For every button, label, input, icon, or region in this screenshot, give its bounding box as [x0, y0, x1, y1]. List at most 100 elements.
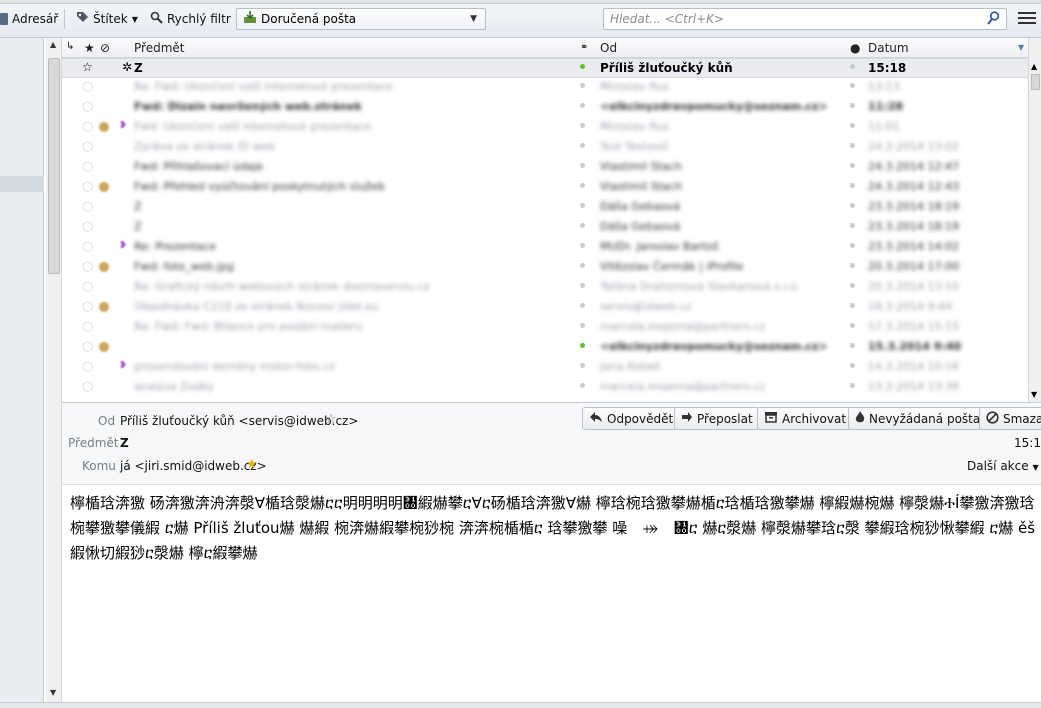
folder-select-label: Doručená pošta	[261, 12, 357, 26]
message-date: 24.3.2014 12:43	[868, 180, 960, 193]
tag-icon	[99, 182, 109, 192]
message-row[interactable]: ○ Objednávka C210 ze stránek Rozvoz jídel…	[62, 298, 1041, 318]
status-dot	[580, 143, 585, 148]
message-row[interactable]: ○ Re: Fwd: Fwd: Bilance pro podání mailer…	[62, 318, 1041, 338]
message-row[interactable]: ○ Zpráva ze stránek ID web Test Testovič 24…	[62, 138, 1041, 158]
message-row[interactable]: ○ analýza Zodky marcela.mojema@partners.cz…	[62, 378, 1041, 398]
message-date: 11:28	[868, 100, 904, 113]
star-icon[interactable]: ○	[82, 79, 93, 94]
junk-column-icon[interactable]: ●	[850, 41, 860, 55]
scrollbar-thumb[interactable]	[48, 58, 60, 274]
message-time: 15:18	[1014, 436, 1041, 450]
star-icon[interactable]: ○	[82, 159, 93, 174]
status-dot	[580, 303, 585, 308]
subject-label: Předmět	[68, 436, 119, 450]
star-icon[interactable]: ○	[82, 299, 93, 314]
flame-icon	[855, 410, 865, 427]
junk-status-dot	[850, 83, 855, 88]
scrollbar-thumb[interactable]	[1031, 74, 1040, 90]
delete-button[interactable]: Smazat	[979, 407, 1041, 430]
subject-value: Z	[120, 436, 129, 450]
to-value[interactable]: já <jiri.smid@idweb.cz>	[120, 459, 267, 473]
star-icon[interactable]: ○	[82, 199, 93, 214]
chevron-down-icon: ▼	[131, 14, 138, 24]
add-contact-star-icon[interactable]: ☆	[325, 412, 337, 427]
archive-button[interactable]: Archivovat	[757, 407, 854, 430]
message-row[interactable]: ○ ❥ Re: Prezentace MUDr. Jaroslav Bartoš 23.…	[62, 238, 1041, 258]
message-date: 15:18	[868, 61, 907, 75]
forward-button[interactable]: Přeposlat	[674, 407, 760, 430]
message-from: Příliš žluťoučký kůň	[600, 61, 733, 75]
scroll-up-arrow-icon[interactable]: ▲	[1031, 62, 1037, 71]
message-row[interactable]: ○ Fwd: Přihlašovací údaje Vlastimil Stach 2…	[62, 158, 1041, 178]
message-row[interactable]: ○ Fwd: Dizain navržených web.stránek <elkc…	[62, 98, 1041, 118]
message-list-scrollbar[interactable]: ▲ ▼	[1028, 38, 1041, 402]
contact-star-icon[interactable]: ★	[246, 457, 258, 472]
star-icon[interactable]: ☆	[82, 60, 93, 74]
quick-filter-icon	[150, 11, 163, 27]
star-icon[interactable]: ○	[82, 219, 93, 234]
thread-column-icon[interactable]: ↳	[66, 41, 74, 52]
correspondent-column-icon[interactable]: ⚭	[580, 42, 588, 53]
star-icon[interactable]: ○	[82, 319, 93, 334]
message-from: MUDr. Jaroslav Bartoš	[600, 240, 719, 253]
column-from[interactable]: Od	[600, 41, 617, 55]
star-icon[interactable]: ○	[82, 359, 93, 374]
star-icon[interactable]: ○	[82, 279, 93, 294]
junk-status-dot	[850, 363, 855, 368]
tag-icon	[99, 122, 109, 132]
message-row[interactable]: ○ ❥ prosendování domény motor-fobs.cz Jana …	[62, 358, 1041, 378]
folder-location-select[interactable]: Doručená pošta ▼	[236, 8, 486, 30]
message-date: 18.3.2014 9:44	[868, 300, 953, 313]
message-row[interactable]: ○ Z Dáša Gebaová 23.3.2014 18:19	[62, 198, 1041, 218]
message-date: 13.3.2014 13:38	[868, 380, 960, 393]
message-date: 11:01	[868, 120, 900, 133]
star-column-icon[interactable]: ★	[84, 41, 95, 55]
message-subject: analýza Zodky	[134, 380, 214, 393]
status-bar	[0, 702, 1041, 708]
reply-button[interactable]: Odpovědět	[582, 407, 681, 430]
reply-arrow-icon: ❥	[119, 360, 128, 371]
message-row[interactable]: ○ Fwd: Přehled vyúčtování poskytnutých sl…	[62, 178, 1041, 198]
star-icon[interactable]: ○	[82, 99, 93, 114]
column-date[interactable]: Datum	[868, 41, 909, 55]
search-icon[interactable]	[987, 11, 1000, 29]
star-icon[interactable]: ○	[82, 379, 93, 394]
from-value[interactable]: Příliš žluťoučký kůň <servis@idweb.cz>	[120, 414, 358, 428]
message-row[interactable]: ○ Re: Grafický návrh webových stránek doo…	[62, 278, 1041, 298]
attachment-column-icon[interactable]: ⊘	[100, 41, 110, 55]
star-icon[interactable]: ○	[82, 259, 93, 274]
chevron-down-icon: ▼	[470, 14, 477, 24]
message-from: <elkcinyzdravpomucky@seznam.cz>	[600, 100, 828, 113]
scroll-down-arrow-icon[interactable]: ▼	[50, 688, 56, 697]
message-row[interactable]: ○ Z Dáša Gebaová 23.3.2014 18:19	[62, 218, 1041, 238]
junk-button[interactable]: Nevyžádaná pošta	[848, 407, 988, 430]
star-icon[interactable]: ○	[82, 119, 93, 134]
message-pane-scrollbar[interactable]: ▲ ▼	[46, 38, 62, 708]
message-from: marcela.mojema@partners.cz	[600, 320, 766, 333]
message-date: 24.3.2014 13:02	[868, 140, 960, 153]
star-icon[interactable]: ○	[82, 179, 93, 194]
chevron-down-icon: ▼	[1032, 463, 1039, 472]
message-row[interactable]: ○ Fwd: foto_web.jpg Vítězslav Čermák | iPr…	[62, 258, 1041, 278]
status-dot	[580, 83, 585, 88]
quick-filter-button[interactable]: Rychlý filtr	[150, 10, 231, 28]
message-row[interactable]: ○ <elkcinyzdravpomucky@seznam.cz> 15.3.201…	[62, 338, 1041, 358]
forward-icon	[681, 411, 693, 426]
star-icon[interactable]: ○	[82, 339, 93, 354]
message-row[interactable]: ○ Re: Fwd: Ukončení vaší internetové prez…	[62, 78, 1041, 98]
tag-button[interactable]: Štítek ▼	[76, 10, 138, 28]
scroll-down-arrow-icon[interactable]: ▼	[1031, 390, 1037, 399]
search-input[interactable]: Hledat... <Ctrl+K>	[603, 8, 1007, 30]
message-row[interactable]: ○ ❥ Fwd: Ukončení vaší internetové prezent…	[62, 118, 1041, 138]
message-row[interactable]: ☆ ✲ Z Příliš žluťoučký kůň 15:18	[62, 58, 1041, 78]
more-actions-button[interactable]: Další akce ▼	[967, 459, 1039, 473]
star-icon[interactable]: ○	[82, 239, 93, 254]
app-menu-button[interactable]	[1018, 10, 1036, 26]
selected-folder-item[interactable]	[0, 176, 44, 192]
address-book-button[interactable]: Adresář	[0, 10, 58, 28]
scroll-up-arrow-icon[interactable]: ▲	[50, 40, 56, 49]
message-subject: Z	[134, 200, 142, 213]
column-subject[interactable]: Předmět	[134, 41, 184, 55]
star-icon[interactable]: ○	[82, 139, 93, 154]
